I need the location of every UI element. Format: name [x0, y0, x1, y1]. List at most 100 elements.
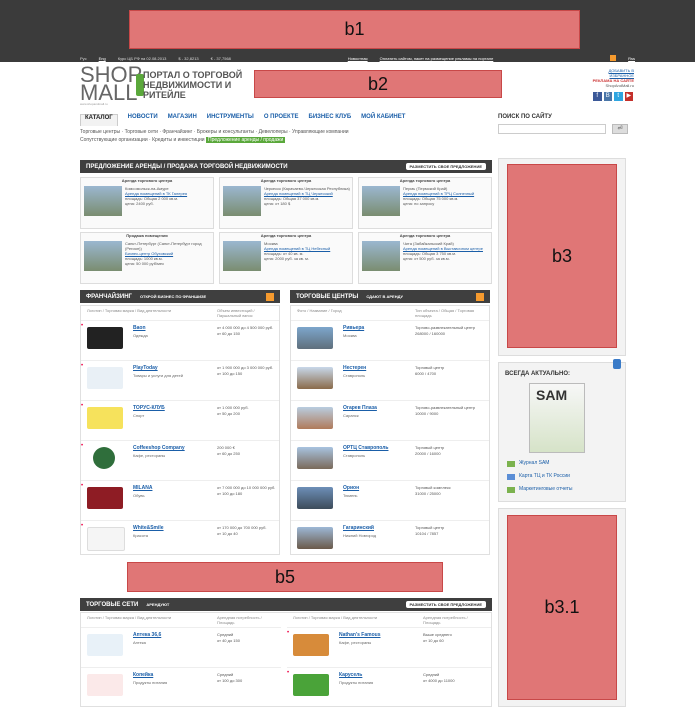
table-row[interactable]: Огарев Плаза Саранск Торгово-развлекател…: [291, 400, 489, 438]
brand-logo[interactable]: [87, 634, 123, 656]
table-row[interactable]: • Карусель Продукты питания Средний от 40…: [287, 667, 491, 705]
subnav-developers[interactable]: Девелоперы: [259, 129, 288, 135]
mall-name[interactable]: ОРТЦ Ставрополь: [343, 445, 388, 451]
place-offer-button[interactable]: РАЗМЕСТИТЬ СВОЕ ПРЕДЛОЖЕНИЕ: [405, 601, 486, 608]
mall-photo[interactable]: [297, 407, 333, 429]
nav-business-club[interactable]: БИЗНЕС КЛУБ: [309, 114, 352, 126]
offer-card[interactable]: Аренда торгового центра Москва Аренда по…: [219, 232, 353, 284]
table-row[interactable]: Гагаринский Нижний Новгород Торговый цен…: [291, 520, 489, 558]
offer-photo[interactable]: [84, 241, 122, 271]
mall-name[interactable]: Ривьера: [343, 325, 364, 331]
table-row[interactable]: Аптека 36,6 Аптека Средний от 40 до 150: [81, 627, 281, 665]
mall-name[interactable]: Орион: [343, 485, 359, 491]
nav-tools[interactable]: ИНСТРУМЕНТЫ: [207, 114, 254, 126]
brand-logo[interactable]: [93, 447, 115, 469]
journal-link[interactable]: Журнал SAM: [519, 460, 549, 466]
subnav-brokers[interactable]: Брокеры и консультанты: [197, 129, 254, 135]
offer-photo[interactable]: [223, 186, 261, 216]
mall-photo[interactable]: [297, 367, 333, 389]
nav-news[interactable]: НОВОСТИ: [128, 114, 158, 126]
subnav-franchise[interactable]: Франчайзинг: [162, 129, 192, 135]
brand-name[interactable]: Nathan's Famous: [339, 632, 380, 638]
nav-shop[interactable]: МАГАЗИН: [168, 114, 197, 126]
facebook-icon[interactable]: f: [593, 92, 602, 101]
map-link[interactable]: Карта ТЦ и ТК России: [519, 473, 570, 479]
rss-icon[interactable]: [266, 292, 274, 301]
brand-name[interactable]: MILANA: [133, 485, 152, 491]
brand-name[interactable]: White&Smile: [133, 525, 164, 531]
rss-link[interactable]: Rss: [628, 56, 635, 61]
mall-name[interactable]: Гагаринский: [343, 525, 374, 531]
offer-photo[interactable]: [223, 241, 261, 271]
nav-cabinet[interactable]: МОЙ КАБИНЕТ: [361, 114, 405, 126]
brand-name[interactable]: Coffeeshop Company: [133, 445, 185, 451]
advert-notice-link[interactable]: Оплатить сайтом, пакет на размещение рек…: [380, 56, 494, 61]
offer-card[interactable]: Аренда торгового центра Пермь (Пермский …: [358, 177, 492, 229]
brand-name[interactable]: Карусель: [339, 672, 362, 678]
brand-name[interactable]: Копейка: [133, 672, 153, 678]
mall-name[interactable]: Нестерен: [343, 365, 366, 371]
brand-logo[interactable]: [293, 634, 329, 656]
youtube-icon[interactable]: ▶: [624, 92, 633, 101]
table-row[interactable]: • ТОРУС-КЛУБ Спорт от 1 000 000 руб. от 5…: [81, 400, 279, 438]
table-row[interactable]: Нестерен Ставрополь Торговый центр 6000 /…: [291, 360, 489, 398]
nav-about[interactable]: О ПРОЕКТЕ: [264, 114, 299, 126]
subnav-malls[interactable]: Торговые центры: [80, 129, 120, 135]
usd-rate: $ - 32,8213: [178, 55, 199, 61]
mall-photo[interactable]: [297, 447, 333, 469]
header-email[interactable]: ShopAndMall.ru: [588, 83, 634, 88]
offer-card[interactable]: Продажа помещения Санкт-Петербург (Санкт…: [80, 232, 214, 284]
brand-name[interactable]: Baon: [133, 325, 146, 331]
table-row[interactable]: • Coffeeshop Company Кафе, рестораны 200…: [81, 440, 279, 478]
add-favorites-link[interactable]: ДОБАВИТЬ В ИЗБРАННОЕ: [588, 68, 634, 78]
subnav-offers[interactable]: Предложение аренды / продажи: [205, 137, 286, 143]
brand-logo[interactable]: [87, 367, 123, 389]
mall-photo[interactable]: [297, 327, 333, 349]
offer-photo[interactable]: [362, 241, 400, 271]
brand-logo[interactable]: [87, 527, 125, 551]
brand-logo[interactable]: [293, 674, 329, 696]
table-row[interactable]: • Baon Одежда от 4 000 000 до 4 500 000 …: [81, 320, 279, 358]
sam-magazine-cover[interactable]: SAM: [529, 383, 585, 453]
table-row[interactable]: ОРТЦ Ставрополь Ставрополь Торговый цент…: [291, 440, 489, 478]
brand-logo[interactable]: [87, 327, 123, 349]
brand-logo[interactable]: [87, 407, 123, 429]
vk-icon[interactable]: В: [603, 92, 612, 101]
news-link[interactable]: Новостная: [348, 56, 368, 61]
brand-logo[interactable]: [87, 674, 123, 696]
twitter-icon[interactable]: t: [614, 92, 623, 101]
subnav-related[interactable]: Сопутствующие организации: [80, 137, 148, 143]
offer-card[interactable]: Аренда торгового центра Черкесск (Карача…: [219, 177, 353, 229]
search-input[interactable]: [498, 124, 606, 134]
site-logo[interactable]: SHOP MALL www.shopandmall.ru: [80, 64, 144, 106]
table-row[interactable]: • White&Smile Красота от 170 000 до 700 …: [81, 520, 279, 558]
table-row[interactable]: • MILANA Обувь от 7 000 000 до 10 000 00…: [81, 480, 279, 518]
brand-name[interactable]: Аптека 36,6: [133, 632, 161, 638]
table-row[interactable]: • Nathan's Famous Кафе, рестораны Выше с…: [287, 627, 491, 665]
table-row[interactable]: Ривьера Москва Торгово-развлекательный ц…: [291, 320, 489, 358]
subnav-management[interactable]: Управляющие компании: [292, 129, 349, 135]
offer-photo[interactable]: [84, 186, 122, 216]
table-row[interactable]: Копейка Продукты питания Средний от 100 д…: [81, 667, 281, 705]
rss-icon[interactable]: [610, 55, 617, 61]
table-row[interactable]: • PlayToday Товары и услуги для детей от…: [81, 360, 279, 398]
nav-catalog[interactable]: КАТАЛОГ: [80, 114, 118, 126]
brand-name[interactable]: ТОРУС-КЛУБ: [133, 405, 165, 411]
brand-name[interactable]: PlayToday: [133, 365, 158, 371]
subnav-credits[interactable]: Кредиты и инвестиции: [152, 137, 205, 143]
place-offer-button[interactable]: РАЗМЕСТИТЬ СВОЕ ПРЕДЛОЖЕНИЕ: [405, 163, 486, 170]
mall-name[interactable]: Огарев Плаза: [343, 405, 377, 411]
offer-card[interactable]: Аренда торгового центра Чита (Забайкальс…: [358, 232, 492, 284]
lang-ru[interactable]: Рус: [80, 56, 87, 61]
offer-card[interactable]: Аренда торгового центра Комсомольск-на-А…: [80, 177, 214, 229]
search-button[interactable]: ⏎: [612, 124, 628, 134]
lang-en[interactable]: Eng: [99, 56, 106, 61]
mall-photo[interactable]: [297, 487, 333, 509]
rss-icon[interactable]: [476, 292, 484, 301]
mall-photo[interactable]: [297, 527, 333, 549]
offer-photo[interactable]: [362, 186, 400, 216]
table-row[interactable]: Орион Тюмень Торговый комплекс 31000 / 25…: [291, 480, 489, 518]
reports-link[interactable]: Маркетинговые отчеты: [519, 486, 572, 492]
subnav-chains[interactable]: Торговые сети: [125, 129, 158, 135]
brand-logo[interactable]: [87, 487, 123, 509]
